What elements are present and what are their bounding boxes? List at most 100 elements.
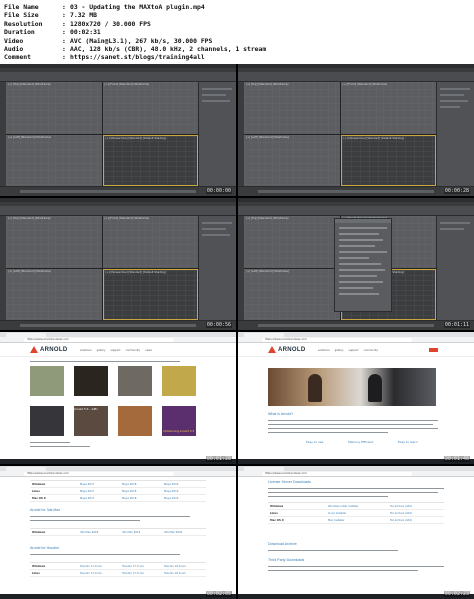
section-what-is-arnold: What is Arnold?	[268, 412, 294, 416]
download-link[interactable]: Maya 2018	[122, 483, 136, 486]
feature-easy-to-learn[interactable]: Easy to learn	[398, 440, 418, 444]
nav-item[interactable]: gallery	[335, 349, 344, 352]
thumbnail-7[interactable]: https://www.arnoldrenderer.com Windows Ma…	[0, 466, 236, 599]
address-bar[interactable]: https://www.arnoldrenderer.com	[24, 338, 174, 342]
thumbnail-8[interactable]: https://www.arnoldrenderer.com License S…	[238, 466, 474, 599]
thumbnail-timestamp: 00:01:28	[205, 456, 232, 462]
download-link[interactable]: Maya 2019	[164, 497, 178, 500]
thumbnail-3[interactable]: [+] [Top] [Standard] [Wireframe] [+] [Fr…	[0, 198, 236, 330]
thumbnail-6[interactable]: https://www.arnoldrenderer.com ARNOLD so…	[238, 332, 474, 464]
command-panel[interactable]	[436, 216, 474, 320]
download-link[interactable]: Houdini 18.0.xxx	[164, 572, 186, 575]
download-link[interactable]: 3ds Max 2018	[80, 531, 98, 534]
thumbnail-timestamp: 00:00:28	[443, 188, 470, 194]
get-arnold-button[interactable]	[429, 348, 438, 352]
max-toolbar	[0, 206, 236, 216]
browser-window: https://www.arnoldrenderer.com ARNOLD so…	[0, 332, 236, 464]
gallery-image[interactable]	[74, 366, 108, 396]
viewport-left[interactable]: [+] [Left] [Standard] [Wireframe]	[6, 134, 102, 186]
address-bar[interactable]: https://www.arnoldrenderer.com	[262, 338, 412, 342]
nav-item[interactable]: support	[349, 349, 359, 352]
download-link[interactable]: Maya 2017	[80, 497, 94, 500]
timeline-bar[interactable]	[0, 186, 236, 196]
feature-easy-to-use[interactable]: Easy to use	[306, 440, 323, 444]
viewport-front[interactable]: [+] [Front] [Standard] [Wireframe]	[102, 82, 198, 134]
thumbnail-1[interactable]: [+] [Top] [Standard] [Wireframe] [+] [Fr…	[0, 64, 236, 196]
command-panel[interactable]	[436, 82, 474, 186]
meta-row-video: Video: AVC (Main@L3.1), 267 kb/s, 30.000 …	[4, 36, 213, 45]
download-link[interactable]: 3ds Max 2019	[122, 531, 140, 534]
arnold-logo[interactable]: ARNOLD	[268, 346, 305, 353]
viewport-left[interactable]: [+] [Left] [Standard] [Wireframe]	[6, 268, 102, 320]
table-row: Linux Maya 2017 Maya 2018 Maya 2019	[30, 488, 206, 495]
download-link[interactable]: Maya 2017	[80, 490, 94, 493]
viewport-top[interactable]: [+] [Top] [Standard] [Wireframe]	[6, 82, 102, 134]
viewport-perspective[interactable]: [+] [Perspective] [Standard] [Default Sh…	[102, 268, 198, 320]
dialog-title-bar[interactable]	[335, 219, 391, 223]
download-link[interactable]: Windows (x64) Installer	[328, 505, 359, 508]
viewport-left[interactable]: [+] [Left] [Standard] [Wireframe]	[244, 268, 340, 320]
hero-image	[268, 368, 436, 406]
gallery-image[interactable]	[162, 366, 196, 396]
table-row: Windows Houdini 17.0.xxx Houdini 17.5.xxx H…	[30, 563, 206, 570]
download-link[interactable]: Maya 2018	[122, 497, 136, 500]
gallery-image[interactable]	[30, 366, 64, 396]
thumbnail-timestamp: 00:00:00	[205, 188, 232, 194]
download-link[interactable]: Tar archive (x64)	[390, 519, 412, 522]
viewport-top[interactable]: [+] [Top] [Standard] [Wireframe]	[244, 216, 340, 268]
viewport-front[interactable]: [+] [Front] [Standard] [Wireframe]	[340, 82, 436, 134]
max-toolbar	[238, 206, 474, 216]
download-link[interactable]: Tar archive (x64)	[390, 505, 412, 508]
thumbnail-4[interactable]: [+] [Top] [Standard] [Wireframe] [+] [Fr…	[238, 198, 474, 330]
nav-item[interactable]: solutions	[80, 349, 92, 352]
viewport-top[interactable]: [+] [Top] [Standard] [Wireframe]	[6, 216, 102, 268]
table-row: Windows Maya 2017 Maya 2018 Maya 2019	[30, 481, 206, 488]
download-link[interactable]: Houdini 18.0.xxx	[164, 565, 186, 568]
nav-item[interactable]: community	[363, 349, 378, 352]
address-bar[interactable]: https://www.arnoldrenderer.com	[24, 472, 174, 476]
site-nav: solutions gallery support community news	[80, 349, 152, 352]
browser-window: https://www.arnoldrenderer.com License S…	[238, 466, 474, 599]
browser-toolbar: https://www.arnoldrenderer.com	[238, 471, 474, 477]
download-link[interactable]: Maya 2018	[122, 490, 136, 493]
table-row: Windows Windows (x64) Installer Tar archiv…	[268, 503, 444, 510]
download-link[interactable]: Maya 2019	[164, 483, 178, 486]
command-panel[interactable]	[198, 82, 236, 186]
thumbnail-2[interactable]: [+] [Top] [Standard] [Wireframe] [+] [Fr…	[238, 64, 474, 196]
viewport-top[interactable]: [+] [Top] [Standard] [Wireframe]	[244, 82, 340, 134]
nav-item[interactable]: community	[125, 349, 140, 352]
download-link[interactable]: Tar archive (x64)	[390, 512, 412, 515]
address-bar[interactable]: https://www.arnoldrenderer.com	[262, 472, 412, 476]
download-link[interactable]: Houdini 17.5.xxx	[122, 572, 144, 575]
download-link[interactable]: Houdini 17.0.xxx	[80, 572, 102, 575]
download-link[interactable]: Mac Installer	[328, 519, 345, 522]
download-link[interactable]: Maya 2017	[80, 483, 94, 486]
timeline-bar[interactable]	[0, 320, 236, 330]
download-link[interactable]: Maya 2019	[164, 490, 178, 493]
viewport-left[interactable]: [+] [Left] [Standard] [Wireframe]	[244, 134, 340, 186]
viewport-perspective[interactable]: [+] [Perspective] [Standard] [Default Sh…	[102, 134, 198, 186]
gallery-image[interactable]	[30, 406, 64, 436]
nav-item[interactable]: news	[145, 349, 152, 352]
gallery-image[interactable]	[118, 406, 152, 436]
timeline-bar[interactable]	[238, 320, 474, 330]
table-row: Linux Houdini 17.0.xxx Houdini 17.5.xxx Hou…	[30, 570, 206, 577]
timeline-bar[interactable]	[238, 186, 474, 196]
table-row: Windows 3ds Max 2018 3ds Max 2019 3ds Max 2…	[30, 529, 206, 536]
download-link[interactable]: Linux Installer	[328, 512, 346, 515]
nav-item[interactable]: solutions	[318, 349, 330, 352]
nav-item[interactable]: support	[111, 349, 121, 352]
nav-item[interactable]: gallery	[97, 349, 106, 352]
download-link[interactable]: 3ds Max 2020	[164, 531, 182, 534]
download-link[interactable]: Houdini 17.5.xxx	[122, 565, 144, 568]
download-link[interactable]: Houdini 17.0.xxx	[80, 565, 102, 568]
render-setup-dialog[interactable]	[334, 218, 392, 312]
thumbnail-5[interactable]: https://www.arnoldrenderer.com ARNOLD so…	[0, 332, 236, 464]
gallery-image[interactable]	[118, 366, 152, 396]
browser-window: https://www.arnoldrenderer.com ARNOLD so…	[238, 332, 474, 464]
feature-memory-efficient[interactable]: Memory Efficient	[348, 440, 373, 444]
command-panel[interactable]	[198, 216, 236, 320]
viewport-perspective[interactable]: [+] [Perspective] [Standard] [Default Sh…	[340, 134, 436, 186]
arnold-logo[interactable]: ARNOLD	[30, 346, 67, 353]
viewport-front[interactable]: [+] [Front] [Standard] [Wireframe]	[102, 216, 198, 268]
